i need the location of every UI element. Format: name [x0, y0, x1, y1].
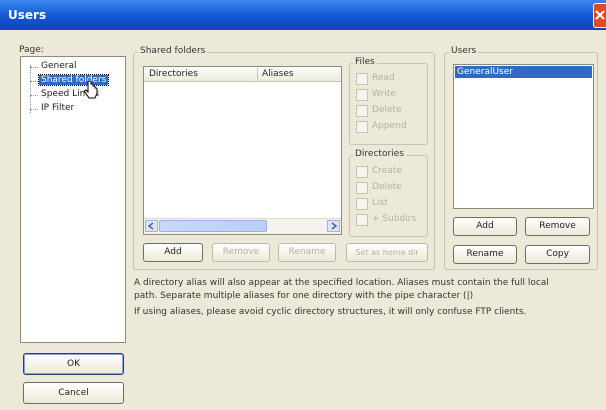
list-header: Directories Aliases	[144, 67, 341, 82]
user-name: GeneralUser	[457, 67, 513, 77]
set-home-dir-button[interactable]: Set as home dir	[346, 243, 428, 262]
page-label: Page:	[19, 45, 44, 55]
tree-item-general[interactable]: General	[41, 61, 76, 71]
alias-info-line2: path. Separate multiple aliases for one …	[134, 291, 474, 301]
page-tree: General Shared folders Speed Limits IP F…	[20, 56, 126, 343]
column-aliases[interactable]: Aliases	[262, 69, 294, 79]
add-user-button[interactable]: Add	[453, 217, 517, 236]
cancel-button[interactable]: Cancel	[23, 382, 124, 404]
files-label: Files	[353, 57, 377, 67]
users-list[interactable]: GeneralUser	[453, 64, 594, 209]
title-bar: Users	[0, 0, 606, 30]
directories-label: Directories	[353, 149, 406, 159]
column-directories[interactable]: Directories	[149, 69, 198, 79]
horizontal-scrollbar[interactable]	[144, 218, 341, 234]
users-dialog: Users Page: General Shared folders Speed…	[0, 0, 606, 410]
directories-list[interactable]: Directories Aliases	[143, 66, 342, 235]
files-group: Files Read Write Delete Append	[349, 57, 428, 145]
alias-info-line3: If using aliases, please avoid cyclic di…	[134, 307, 527, 317]
close-button[interactable]	[593, 3, 606, 28]
arrow-left-icon	[147, 222, 154, 230]
copy-user-button[interactable]: Copy	[525, 245, 590, 264]
arrow-right-icon	[331, 222, 338, 230]
list-item[interactable]: GeneralUser	[455, 66, 592, 78]
directories-group: Directories Create Delete List + Subdirs	[349, 149, 428, 237]
hand-cursor-icon	[84, 81, 98, 99]
scroll-thumb[interactable]	[159, 220, 267, 232]
scroll-left-button[interactable]	[145, 220, 158, 232]
scroll-right-button[interactable]	[327, 220, 340, 232]
close-icon	[595, 10, 605, 20]
remove-user-button[interactable]: Remove	[525, 217, 590, 236]
remove-folder-button[interactable]: Remove	[212, 243, 270, 262]
add-folder-button[interactable]: Add	[143, 243, 203, 262]
shared-folders-label: Shared folders	[138, 46, 208, 56]
alias-info-line1: A directory alias will also appear at th…	[134, 278, 549, 288]
users-group: Users GeneralUser Add Remove Rename Copy	[444, 46, 598, 270]
rename-user-button[interactable]: Rename	[453, 245, 517, 264]
tree-item-ip-filter[interactable]: IP Filter	[41, 103, 74, 113]
rename-folder-button[interactable]: Rename	[278, 243, 336, 262]
users-label: Users	[449, 46, 479, 56]
ok-button[interactable]: OK	[23, 353, 124, 375]
window-title: Users	[8, 8, 47, 22]
